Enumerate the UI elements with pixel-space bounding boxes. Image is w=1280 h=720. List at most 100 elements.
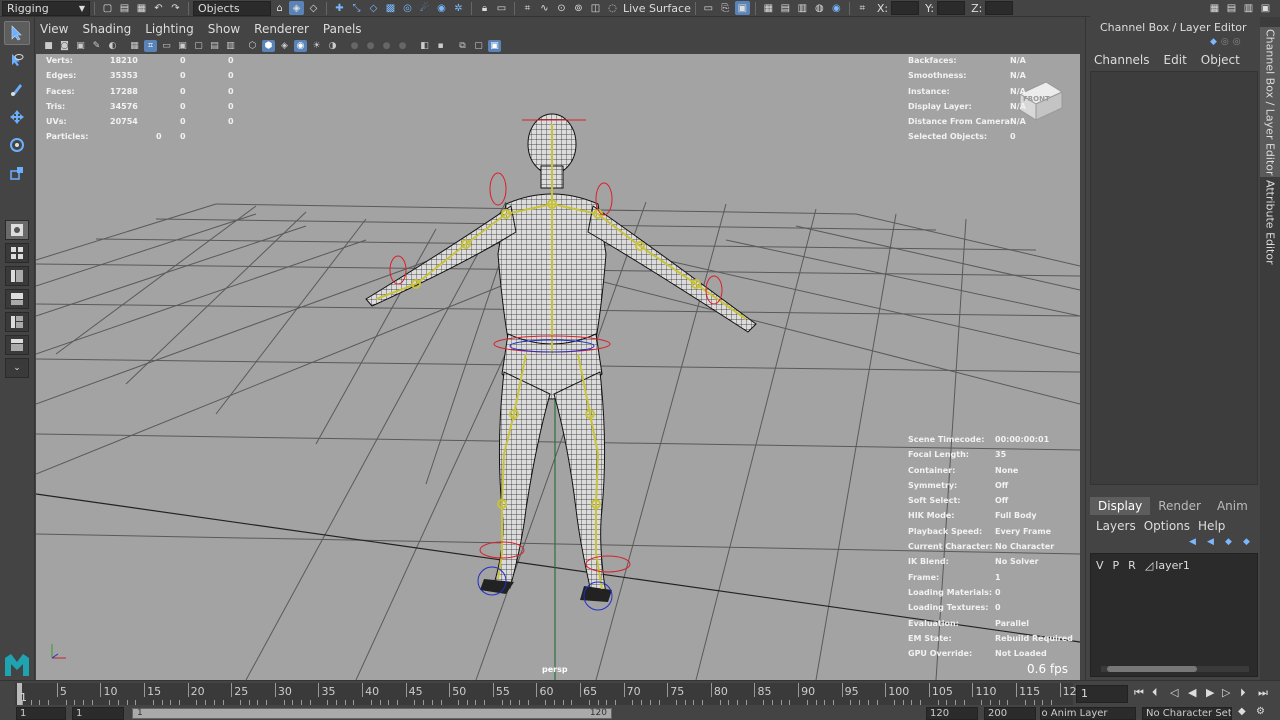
playback-start-field[interactable]: 1 [72,707,124,720]
channel-box-area[interactable] [1090,71,1258,485]
go-to-end-icon[interactable]: ⏭ [1258,686,1268,700]
persp-outliner-layout-icon[interactable] [5,266,29,286]
use-all-lights-icon[interactable]: ☀ [310,40,323,52]
anim-prefs-icon[interactable]: ⚙ [1256,706,1265,717]
layer-playback-toggle[interactable]: P [1113,559,1120,572]
move-layer-down-icon[interactable]: ◀ [1207,537,1220,548]
step-back-key-icon[interactable]: ⏴ [1152,686,1158,700]
mask-handles-icon[interactable]: ✚ [332,1,347,15]
xray-joints-icon[interactable]: ⧉ [456,40,469,52]
menu-help[interactable]: Help [1198,519,1225,533]
select-tool-icon[interactable] [4,21,30,45]
menu-options[interactable]: Options [1144,519,1190,533]
history-icon[interactable]: ▣ [734,1,750,15]
isolate-select-icon[interactable]: ◧ [418,40,431,52]
ipr-render-icon[interactable]: ▥ [795,1,810,15]
snap-grid-icon[interactable]: ⌗ [520,1,535,15]
lasso-tool-icon[interactable] [4,49,30,73]
time-slider[interactable]: 1 5 10 15 20 25 30 35 40 45 50 55 60 65 70 75 80 85 90 95 1… [0,680,1280,706]
tab-attribute-editor[interactable]: Attribute Editor [1260,179,1280,265]
film-gate-icon[interactable]: ▭ [160,40,173,52]
tab-render[interactable]: Render [1150,497,1209,515]
make-live-icon[interactable]: ◌ [605,1,620,15]
perspective-viewport[interactable]: FRONT Verts: 18210 0 0 Edges: 35353 0 0 Faces:… [36,54,1080,680]
tab-display[interactable]: Display [1090,497,1151,515]
render-settings-icon[interactable]: ◍ [812,1,827,15]
safe-action-icon[interactable]: ▥ [224,40,237,52]
play-forwards-icon[interactable]: ▶ [1206,686,1214,699]
grease-pencil-icon[interactable]: ◐ [106,40,119,52]
lock-icon[interactable]: ◆ [1210,37,1217,47]
gate-mask-icon[interactable]: ▢ [192,40,205,52]
layer-visibility-toggle[interactable]: V [1096,559,1104,572]
menu-object[interactable]: Object [1201,53,1240,67]
shadows-icon[interactable]: ◑ [326,40,339,52]
tab-anim[interactable]: Anim [1209,497,1256,515]
xray-icon[interactable]: ▪ [434,40,447,52]
snap-point-icon[interactable]: ⊙ [554,1,569,15]
save-scene-icon[interactable]: ▦ [134,1,149,15]
menu-lighting[interactable]: Lighting [145,22,194,36]
two-d-pan-icon[interactable]: ✎ [90,40,103,52]
highlight-selection-icon[interactable]: ▭ [494,1,509,15]
close-icon[interactable]: ◎ [1233,37,1241,47]
menu-edit[interactable]: Edit [1164,53,1187,67]
grid-icon[interactable]: ⌗ [144,40,157,52]
snap-curve-icon[interactable]: ∿ [537,1,552,15]
layer-name[interactable]: layer1 [1155,559,1190,572]
single-perspective-layout-icon[interactable] [5,220,29,240]
step-back-frame-icon[interactable]: ◁ [1170,686,1178,699]
move-tool-icon[interactable] [4,105,30,129]
select-hierarchy-icon[interactable]: ⌂ [272,1,287,15]
exposure-icon[interactable]: ▢ [472,40,485,52]
menu-layers[interactable]: Layers [1096,519,1136,533]
mask-misc-icon[interactable]: ✲ [451,1,466,15]
redo-icon[interactable]: ↷ [168,1,183,15]
smooth-shade-icon[interactable]: ⬢ [262,40,275,52]
attribute-editor-toggle-icon[interactable]: ▤ [1224,1,1239,15]
live-surface-label[interactable]: Live Surface [623,2,691,15]
new-empty-layer-icon[interactable]: ◆ [1225,537,1238,548]
mask-rendering-icon[interactable]: ◉ [434,1,449,15]
undo-icon[interactable]: ↶ [151,1,166,15]
persp-graph-layout-icon[interactable] [5,289,29,309]
new-scene-icon[interactable]: ▢ [100,1,115,15]
resolution-gate-icon[interactable]: ▣ [176,40,189,52]
ambient-occlusion-icon[interactable]: ● [348,40,361,52]
outliner-layout-icon[interactable] [5,335,29,355]
layer-row[interactable]: V P R ◿ layer1 [1091,556,1257,574]
menuset-dropdown[interactable]: Rigging ▼ [2,0,90,16]
go-to-start-icon[interactable]: ⏮ [1134,686,1144,700]
step-forward-key-icon[interactable]: ⏵ [1240,686,1246,700]
selection-mode-dropdown[interactable]: Objects [193,0,271,16]
field-chart-icon[interactable]: ▤ [208,40,221,52]
wireframe-icon[interactable]: ⬡ [246,40,259,52]
image-plane-icon[interactable]: ▣ [74,40,87,52]
layer-reference-toggle[interactable]: R [1128,559,1136,572]
hypershade-icon[interactable]: ◉ [829,1,844,15]
snap-view-plane-icon[interactable]: ◫ [588,1,603,15]
depth-of-field-icon[interactable]: ● [396,40,409,52]
anim-layer-dropdown[interactable]: No Anim Layer [1040,707,1136,720]
scrollbar-thumb[interactable] [1107,666,1197,672]
menu-panels[interactable]: Panels [323,22,362,36]
paint-select-tool-icon[interactable] [4,77,30,101]
gamma-icon[interactable]: ▣ [488,40,501,52]
hypershade-layout-icon[interactable] [5,312,29,332]
multisample-aa-icon[interactable]: ● [380,40,393,52]
time-slider-track[interactable]: 1 5 10 15 20 25 30 35 40 45 50 55 60 65 70 75 80 85 90 95 1… [15,683,1084,705]
auto-key-icon[interactable]: ◆ [1238,706,1246,717]
select-component-icon[interactable]: ◇ [306,1,321,15]
mask-deformations-icon[interactable]: ◎ [400,1,415,15]
float-icon[interactable]: ◎ [1221,37,1229,47]
playback-end-field[interactable]: 120 [926,707,978,720]
snap-projected-center-icon[interactable]: ⊚ [571,1,586,15]
rotate-tool-icon[interactable] [4,133,30,157]
mask-joints-icon[interactable]: ⤡ [349,1,364,15]
play-backwards-icon[interactable]: ◀ [1188,686,1196,699]
open-scene-icon[interactable]: ▤ [117,1,132,15]
textured-icon[interactable]: ◉ [294,40,307,52]
motion-blur-icon[interactable]: ● [364,40,377,52]
mask-dynamics-icon[interactable]: ☄ [417,1,432,15]
new-layer-from-selection-icon[interactable]: ◆ [1243,537,1256,548]
